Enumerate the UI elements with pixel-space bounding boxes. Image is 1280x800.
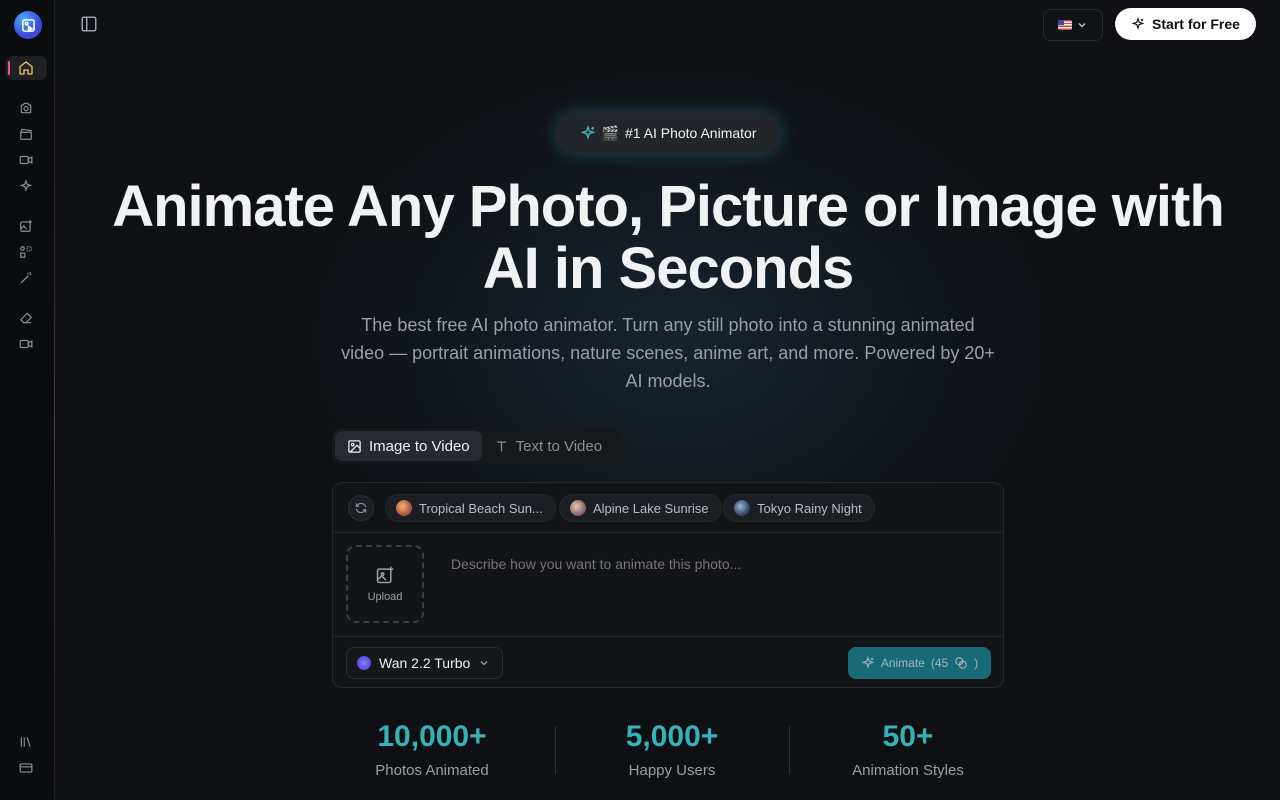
preset-thumbnail xyxy=(570,500,586,516)
upload-button[interactable]: Upload xyxy=(346,545,424,623)
image-icon xyxy=(348,439,361,453)
prompt-input[interactable] xyxy=(449,555,973,573)
preset-chip[interactable]: Tokyo Rainy Night xyxy=(723,494,875,522)
model-logo-icon xyxy=(357,656,371,670)
composer-footer: Wan 2.2 Turbo Animate (45 ) xyxy=(333,636,1003,689)
tab-image-to-video[interactable]: Image to Video xyxy=(335,431,482,461)
video-icon[interactable] xyxy=(15,149,37,171)
animate-button[interactable]: Animate (45 ) xyxy=(848,647,991,679)
camera-icon[interactable] xyxy=(15,97,37,119)
animate-label: Animate xyxy=(880,656,925,670)
model-selector[interactable]: Wan 2.2 Turbo xyxy=(346,647,504,679)
upload-label: Upload xyxy=(367,591,403,603)
badge-text: #1 AI Photo Animator xyxy=(624,125,757,141)
coins-icon xyxy=(955,657,968,669)
stat-animation-styles: 50+ Animation Styles xyxy=(808,718,1008,779)
tab-label: Image to Video xyxy=(369,437,470,455)
refresh-presets-button[interactable] xyxy=(348,495,374,521)
chevron-down-icon xyxy=(1078,23,1086,28)
title-line-2: AI in Seconds xyxy=(482,236,855,301)
app-logo[interactable] xyxy=(14,11,42,39)
page-title: Animate Any Photo, Picture or Image with… xyxy=(70,176,1266,300)
library-icon[interactable] xyxy=(15,731,37,753)
animate-cost-close: ) xyxy=(974,656,979,670)
sidebar-divider xyxy=(54,60,55,800)
preset-label: Alpine Lake Sunrise xyxy=(593,500,709,516)
shapes-icon[interactable] xyxy=(15,241,37,263)
composer-card: Tropical Beach Sun... Alpine Lake Sunris… xyxy=(332,482,1004,688)
magic-wand-icon[interactable] xyxy=(15,267,37,289)
stat-divider xyxy=(555,726,556,774)
active-indicator xyxy=(8,61,10,75)
sidebar-toggle-icon[interactable] xyxy=(80,15,98,33)
animate-cost: (45 xyxy=(930,656,949,670)
stat-label: Happy Users xyxy=(628,762,716,779)
image-plus-icon xyxy=(376,566,394,584)
stat-value: 50+ xyxy=(882,720,934,753)
clapperboard-icon[interactable] xyxy=(15,123,37,145)
credit-card-icon[interactable] xyxy=(15,757,37,779)
stats-row: 10,000+ Photos Animated 5,000+ Happy Use… xyxy=(332,718,1004,788)
stat-photos-animated: 10,000+ Photos Animated xyxy=(332,718,532,779)
sidebar-item-home[interactable] xyxy=(6,56,47,80)
mode-tabs: Image to Video Text to Video xyxy=(332,428,622,464)
model-label: Wan 2.2 Turbo xyxy=(379,655,471,671)
preset-chip[interactable]: Alpine Lake Sunrise xyxy=(559,494,722,522)
stat-happy-users: 5,000+ Happy Users xyxy=(572,718,772,779)
eraser-icon[interactable] xyxy=(15,307,37,329)
chevron-down-icon xyxy=(480,661,488,666)
stat-divider xyxy=(789,726,790,774)
stat-value: 10,000+ xyxy=(377,720,487,753)
title-line-1: Animate Any Photo, Picture or Image with xyxy=(112,174,1225,239)
preset-row: Tropical Beach Sun... Alpine Lake Sunris… xyxy=(333,483,1003,533)
page-subtitle: The best free AI photo animator. Turn an… xyxy=(341,315,995,391)
tab-label: Text to Video xyxy=(515,437,603,455)
top-bar: Start for Free xyxy=(55,0,1280,48)
stat-value: 5,000+ xyxy=(625,720,719,753)
sparkles-icon xyxy=(861,656,875,669)
refresh-icon xyxy=(355,502,367,514)
start-for-free-label: Start for Free xyxy=(1152,16,1240,32)
preset-label: Tokyo Rainy Night xyxy=(757,500,862,516)
sidebar xyxy=(0,0,55,800)
us-flag-icon xyxy=(1058,20,1072,30)
home-icon xyxy=(18,60,34,81)
sparkles-icon[interactable] xyxy=(15,175,37,197)
preset-thumbnail xyxy=(396,500,412,516)
preset-label: Tropical Beach Sun... xyxy=(419,500,543,516)
sparkles-icon xyxy=(1131,17,1145,30)
hero-badge: 🎬 #1 AI Photo Animator xyxy=(556,113,780,153)
video-camera-icon[interactable] xyxy=(15,333,37,355)
stat-label: Photos Animated xyxy=(375,762,489,779)
preset-chip[interactable]: Tropical Beach Sun... xyxy=(385,494,556,522)
text-icon xyxy=(496,441,506,451)
start-for-free-button[interactable]: Start for Free xyxy=(1115,8,1256,40)
sparkles-icon xyxy=(580,125,595,140)
language-selector[interactable] xyxy=(1043,9,1103,41)
clapper-emoji: 🎬 xyxy=(601,124,619,141)
image-plus-icon[interactable] xyxy=(15,215,37,237)
tab-text-to-video[interactable]: Text to Video xyxy=(482,431,614,461)
preset-thumbnail xyxy=(734,500,750,516)
stat-label: Animation Styles xyxy=(852,762,964,779)
